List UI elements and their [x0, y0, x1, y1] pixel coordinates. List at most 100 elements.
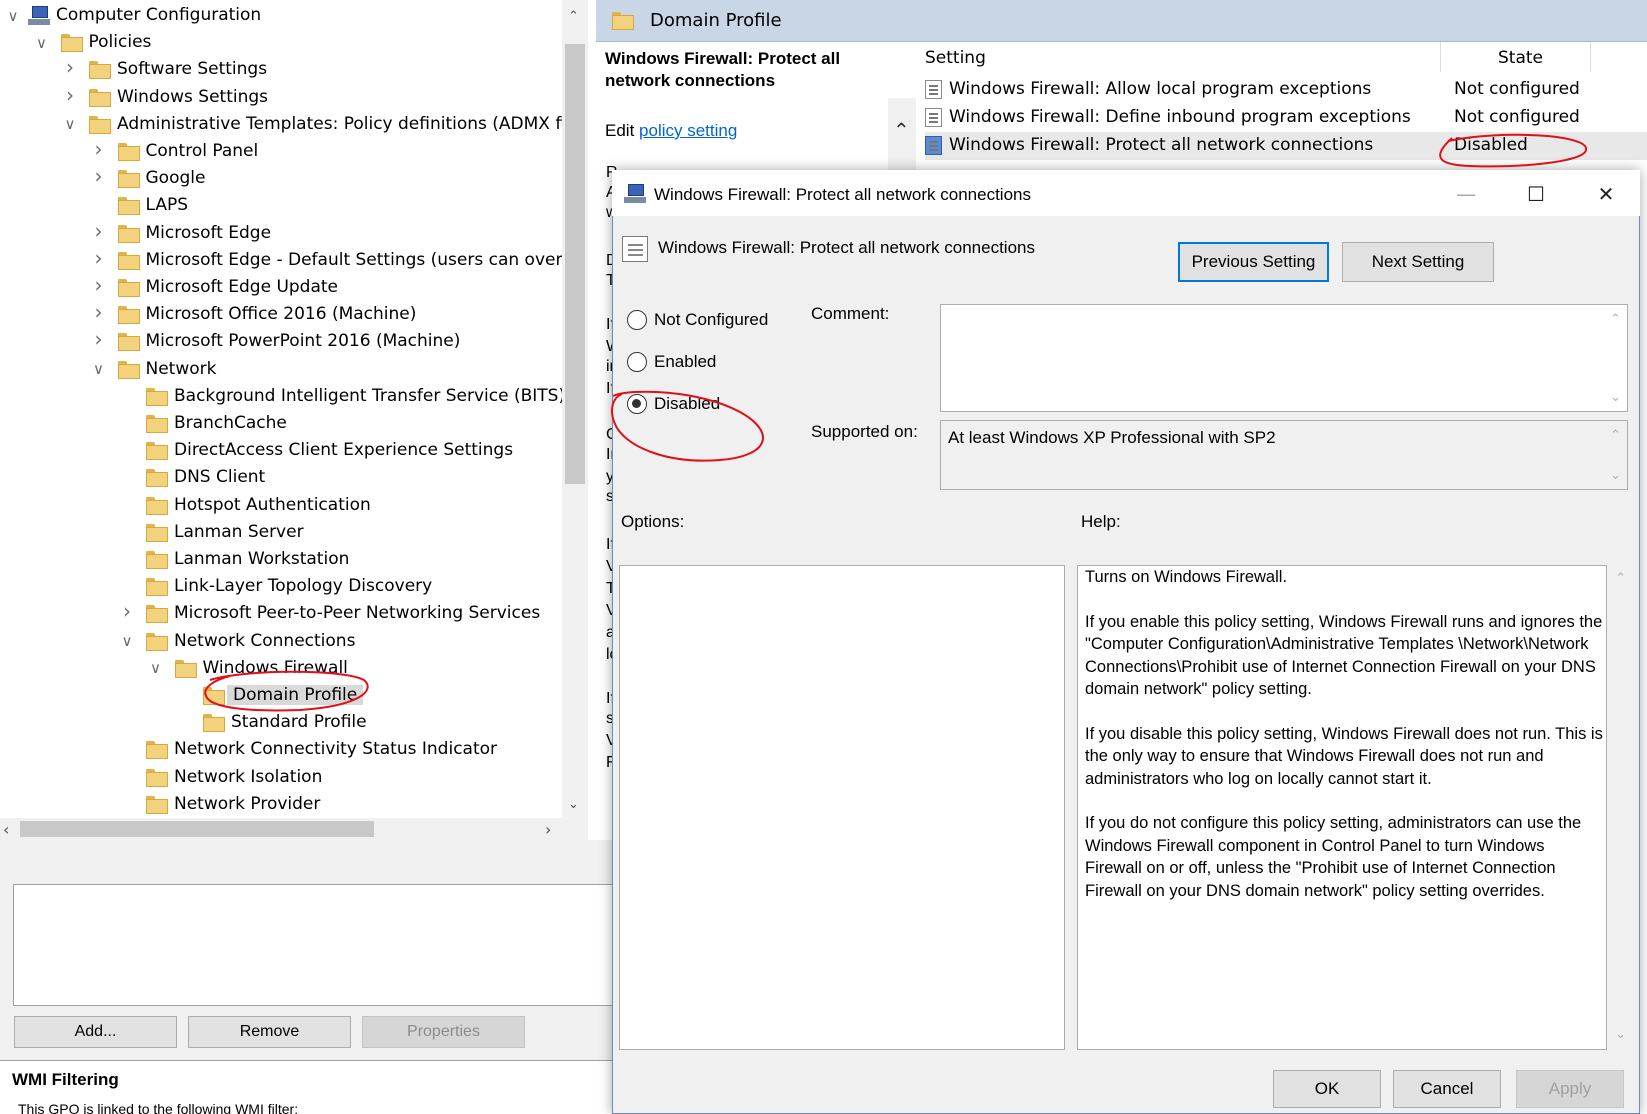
add-button[interactable]: Add...	[14, 1016, 177, 1048]
maximize-icon[interactable]: ☐	[1513, 180, 1559, 208]
collapse-icon[interactable]: ∨	[63, 117, 77, 132]
column-header-setting[interactable]: Setting	[925, 48, 986, 68]
expand-icon[interactable]: ›	[92, 166, 106, 186]
scroll-down-icon[interactable]: ⌄	[1615, 1028, 1626, 1041]
tree-item[interactable]: ∨ Administrative Templates: Policy defini…	[0, 111, 587, 138]
tree-item[interactable]: Network Connectivity Status Indicator	[0, 736, 561, 763]
expand-icon[interactable]: ›	[63, 85, 77, 105]
tree-item[interactable]: DNS Client	[0, 464, 561, 491]
setting-row[interactable]: Windows Firewall: Allow local program ex…	[925, 76, 1647, 104]
tree-item[interactable]: › Microsoft Edge - Default Settings (user…	[0, 247, 587, 274]
tree-root[interactable]: ∨ Computer Configuration	[0, 2, 561, 29]
options-label: Options:	[621, 512, 685, 531]
tree-item[interactable]: › Microsoft Peer-to-Peer Networking Servi…	[0, 600, 561, 627]
scroll-up-icon[interactable]: ⌃	[1610, 429, 1621, 442]
expand-icon[interactable]: ›	[92, 275, 106, 295]
scroll-down-icon[interactable]: ⌄	[1610, 391, 1621, 404]
disabled-radio[interactable]	[627, 394, 647, 414]
collapse-icon[interactable]: ∨	[35, 35, 49, 50]
tree-item[interactable]: Lanman Workstation	[0, 546, 561, 573]
tree-item[interactable]: › Microsoft Edge Update	[0, 274, 561, 301]
tree-item-label: DNS Client	[174, 467, 266, 488]
security-filter-list[interactable]	[13, 884, 613, 1006]
properties-button: Properties	[362, 1016, 525, 1048]
not-configured-radio[interactable]	[627, 310, 647, 330]
tree-item[interactable]: LAPS	[0, 192, 561, 219]
tree-item[interactable]: ∨ Network Connections	[0, 628, 561, 655]
tree-item[interactable]: ∨ Windows Firewall	[0, 655, 561, 682]
next-setting-button[interactable]: Next Setting	[1342, 242, 1494, 282]
policy-app-icon	[624, 184, 646, 204]
policy-setting-link[interactable]: policy setting	[639, 121, 737, 140]
tree-item[interactable]: Network Provider	[0, 791, 561, 818]
tree-item[interactable]: Domain Profile	[0, 682, 561, 709]
tree-item[interactable]: Lanman Server	[0, 519, 561, 546]
column-header-state[interactable]: State	[1498, 48, 1543, 68]
folder-icon	[60, 34, 83, 53]
setting-row[interactable]: Windows Firewall: Protect all network co…	[925, 132, 1647, 160]
setting-row[interactable]: Windows Firewall: Define inbound program…	[925, 104, 1647, 132]
tree-item[interactable]: › Windows Settings	[0, 84, 561, 111]
cancel-button[interactable]: Cancel	[1393, 1070, 1501, 1108]
tree-item-label: Microsoft PowerPoint 2016 (Machine)	[145, 331, 461, 352]
expand-icon[interactable]: ›	[92, 329, 106, 349]
not-configured-label[interactable]: Not Configured	[654, 310, 768, 330]
tree-item[interactable]: › Microsoft Office 2016 (Machine)	[0, 301, 561, 328]
column-divider[interactable]	[1440, 42, 1441, 72]
folder-icon	[146, 795, 168, 814]
folder-icon	[117, 170, 140, 189]
collapse-icon[interactable]: ∨	[149, 661, 163, 676]
folder-icon	[174, 659, 197, 678]
collapse-icon[interactable]: ∨	[120, 634, 134, 649]
tree-item[interactable]: DirectAccess Client Experience Settings	[0, 437, 561, 464]
tree-item[interactable]: ∨ Network	[0, 356, 561, 383]
tree-item-label: Software Settings	[117, 59, 268, 80]
comment-textbox[interactable]: ⌃ ⌄	[940, 304, 1628, 412]
disabled-label[interactable]: Disabled	[654, 394, 720, 414]
extended-view-edit: Edit policy setting	[605, 121, 737, 141]
tree-item[interactable]: ∨ Policies	[0, 29, 561, 56]
supported-on-label: Supported on:	[811, 422, 918, 441]
close-icon[interactable]: ✕	[1583, 180, 1629, 208]
scroll-up-icon[interactable]: ⌃	[893, 120, 910, 140]
help-label: Help:	[1081, 512, 1121, 531]
tree-item[interactable]: Background Intelligent Transfer Service …	[0, 383, 565, 410]
tree-horizontal-scroll-thumb[interactable]	[20, 821, 374, 837]
help-text: Turns on Windows Firewall. If you enable …	[1085, 566, 1605, 924]
tree-item-label: Background Intelligent Transfer Service …	[174, 385, 566, 406]
expand-icon[interactable]: ›	[92, 302, 106, 322]
expand-icon[interactable]: ›	[63, 57, 77, 77]
ok-button[interactable]: OK	[1273, 1070, 1381, 1108]
column-divider[interactable]	[1590, 42, 1591, 72]
tree-item[interactable]: Standard Profile	[0, 709, 561, 736]
tree-item[interactable]: Link-Layer Topology Discovery	[0, 573, 561, 600]
minimize-icon[interactable]: —	[1443, 180, 1489, 208]
tree-item[interactable]: › Google	[0, 165, 561, 192]
scroll-up-icon[interactable]: ⌃	[568, 10, 579, 23]
scroll-right-icon[interactable]: ›	[545, 822, 551, 838]
scroll-down-icon[interactable]: ⌄	[568, 798, 579, 811]
expand-icon[interactable]: ›	[92, 221, 106, 241]
collapse-icon[interactable]: ∨	[6, 8, 20, 23]
scroll-left-icon[interactable]: ‹	[3, 822, 9, 838]
collapse-icon[interactable]: ∨	[92, 362, 106, 377]
tree-item[interactable]: Network Isolation	[0, 764, 561, 791]
tree-item[interactable]: Hotspot Authentication	[0, 492, 561, 519]
expand-icon[interactable]: ›	[120, 601, 134, 621]
scroll-up-icon[interactable]: ⌃	[1615, 572, 1626, 585]
enabled-label[interactable]: Enabled	[654, 352, 716, 372]
tree-item[interactable]: BranchCache	[0, 410, 561, 437]
scroll-up-icon[interactable]: ⌃	[1610, 313, 1621, 326]
tree-item[interactable]: › Microsoft PowerPoint 2016 (Machine)	[0, 328, 561, 355]
remove-button[interactable]: Remove	[188, 1016, 351, 1048]
previous-setting-button[interactable]: Previous Setting	[1178, 242, 1329, 282]
tree-item[interactable]: › Control Panel	[0, 138, 561, 165]
row-clip	[920, 160, 1620, 170]
tree-vertical-scroll-thumb[interactable]	[565, 44, 585, 484]
expand-icon[interactable]: ›	[92, 248, 106, 268]
enabled-radio[interactable]	[627, 352, 647, 372]
tree-item[interactable]: › Software Settings	[0, 56, 561, 83]
tree-item[interactable]: › Microsoft Edge	[0, 220, 561, 247]
scroll-down-icon[interactable]: ⌄	[1610, 469, 1621, 482]
expand-icon[interactable]: ›	[92, 139, 106, 159]
